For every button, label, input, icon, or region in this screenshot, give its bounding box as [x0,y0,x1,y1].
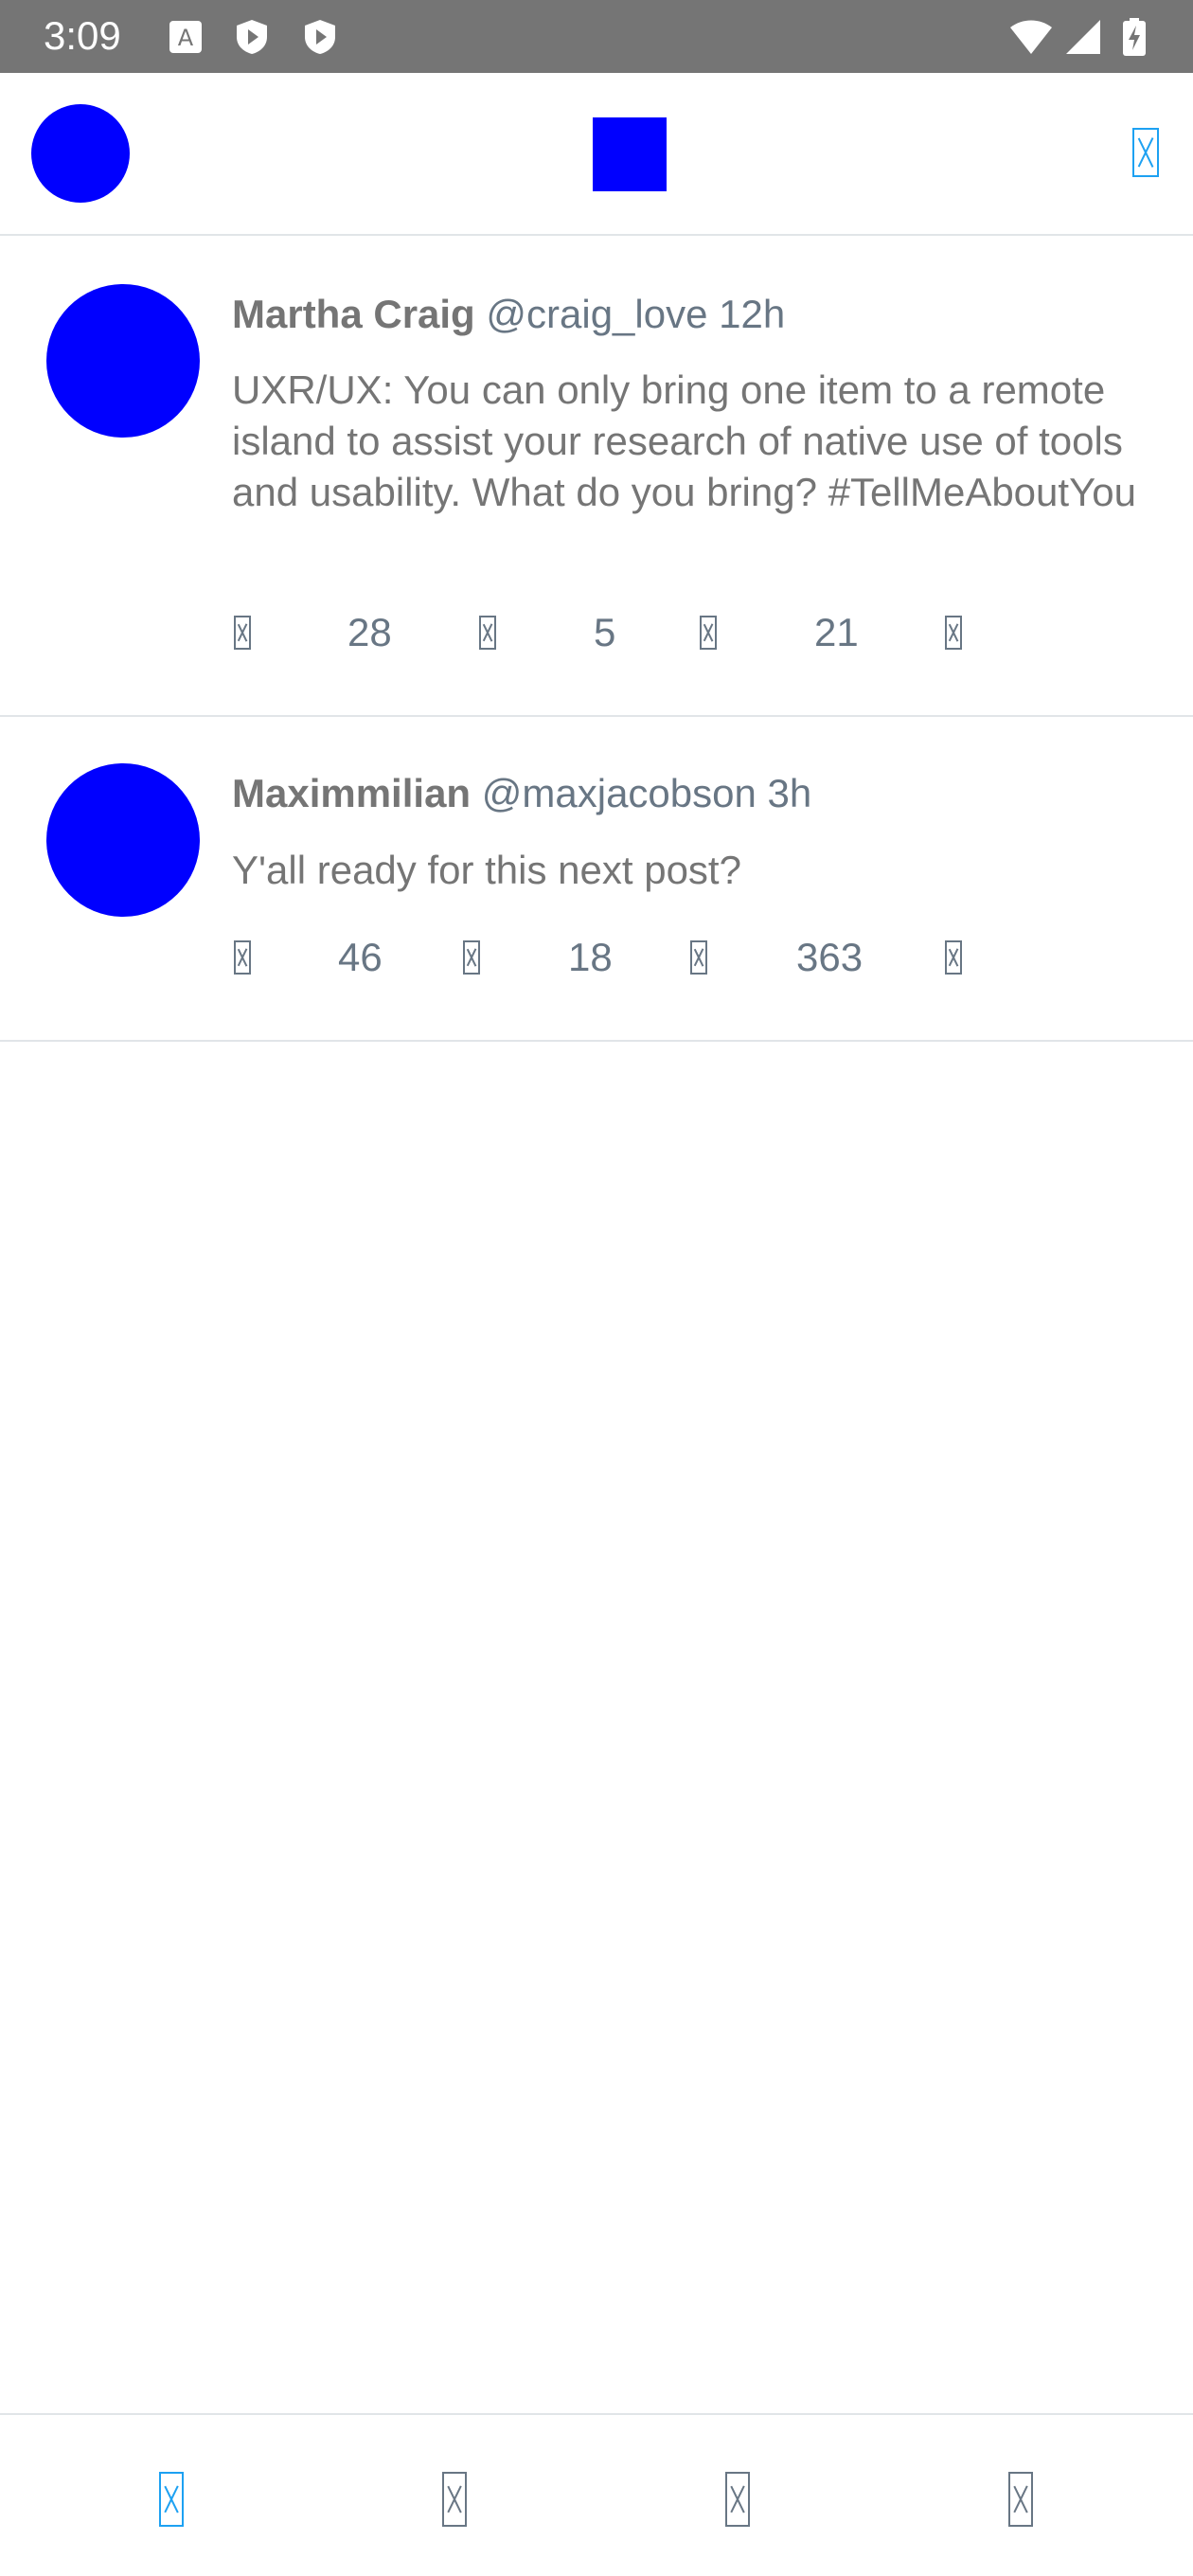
text-app-icon: A [169,21,202,53]
tweet-handle[interactable]: @craig_love [486,292,707,336]
like-count: 363 [796,935,864,979]
wifi-icon [1010,20,1052,54]
shield-icon [237,20,267,54]
tweet-card[interactable]: Maximmilian @maxjacobson 3h Y'all ready … [0,717,1193,1042]
share-icon[interactable] [945,616,962,650]
messages-icon[interactable] [1008,2472,1033,2527]
tweet-author[interactable]: Maximmilian [232,771,471,815]
tweet-actions: 28 5 21 [232,606,1084,663]
tweet-author[interactable]: Martha Craig [232,292,475,336]
tweet-header: Martha Craig @craig_love 12h [232,291,1165,338]
like-icon[interactable] [690,940,707,975]
profile-avatar[interactable] [31,104,130,203]
search-icon[interactable] [442,2472,467,2527]
battery-icon [1123,18,1146,56]
svg-text:A: A [178,25,194,51]
tweet-handle[interactable]: @maxjacobson [482,771,757,815]
bottom-nav [0,2413,1193,2576]
avatar[interactable] [46,284,200,438]
tweet-header: Maximmilian @maxjacobson 3h [232,770,1165,817]
reply-icon[interactable] [234,616,251,650]
app-logo [593,117,667,191]
like-icon[interactable] [700,616,717,650]
tweet-text: Y'all ready for this next post? [232,848,741,892]
home-icon[interactable] [159,2472,184,2527]
retweet-icon[interactable] [463,940,480,975]
sparkle-icon[interactable] [1132,128,1159,177]
reply-count: 46 [338,935,383,979]
app-header [0,73,1193,236]
shield-icon [305,20,335,54]
status-bar: 3:09 A [0,0,1193,73]
cell-signal-icon [1066,20,1100,54]
retweet-count: 18 [568,935,613,979]
tweet-text: UXR/UX: You can only bring one item to a… [232,367,1136,514]
reply-icon[interactable] [234,940,251,975]
retweet-icon[interactable] [479,616,496,650]
tweet-actions: 46 18 363 [232,931,1084,988]
reply-count: 28 [347,610,392,654]
notifications-icon[interactable] [725,2472,750,2527]
avatar[interactable] [46,763,200,917]
like-count: 21 [814,610,859,654]
tweet-time: 3h [767,771,812,815]
share-icon[interactable] [945,940,962,975]
tweet-time: 12h [719,292,786,336]
tweet-card[interactable]: Martha Craig @craig_love 12h UXR/UX: You… [0,236,1193,717]
status-time: 3:09 [44,13,121,58]
retweet-count: 5 [594,610,616,654]
